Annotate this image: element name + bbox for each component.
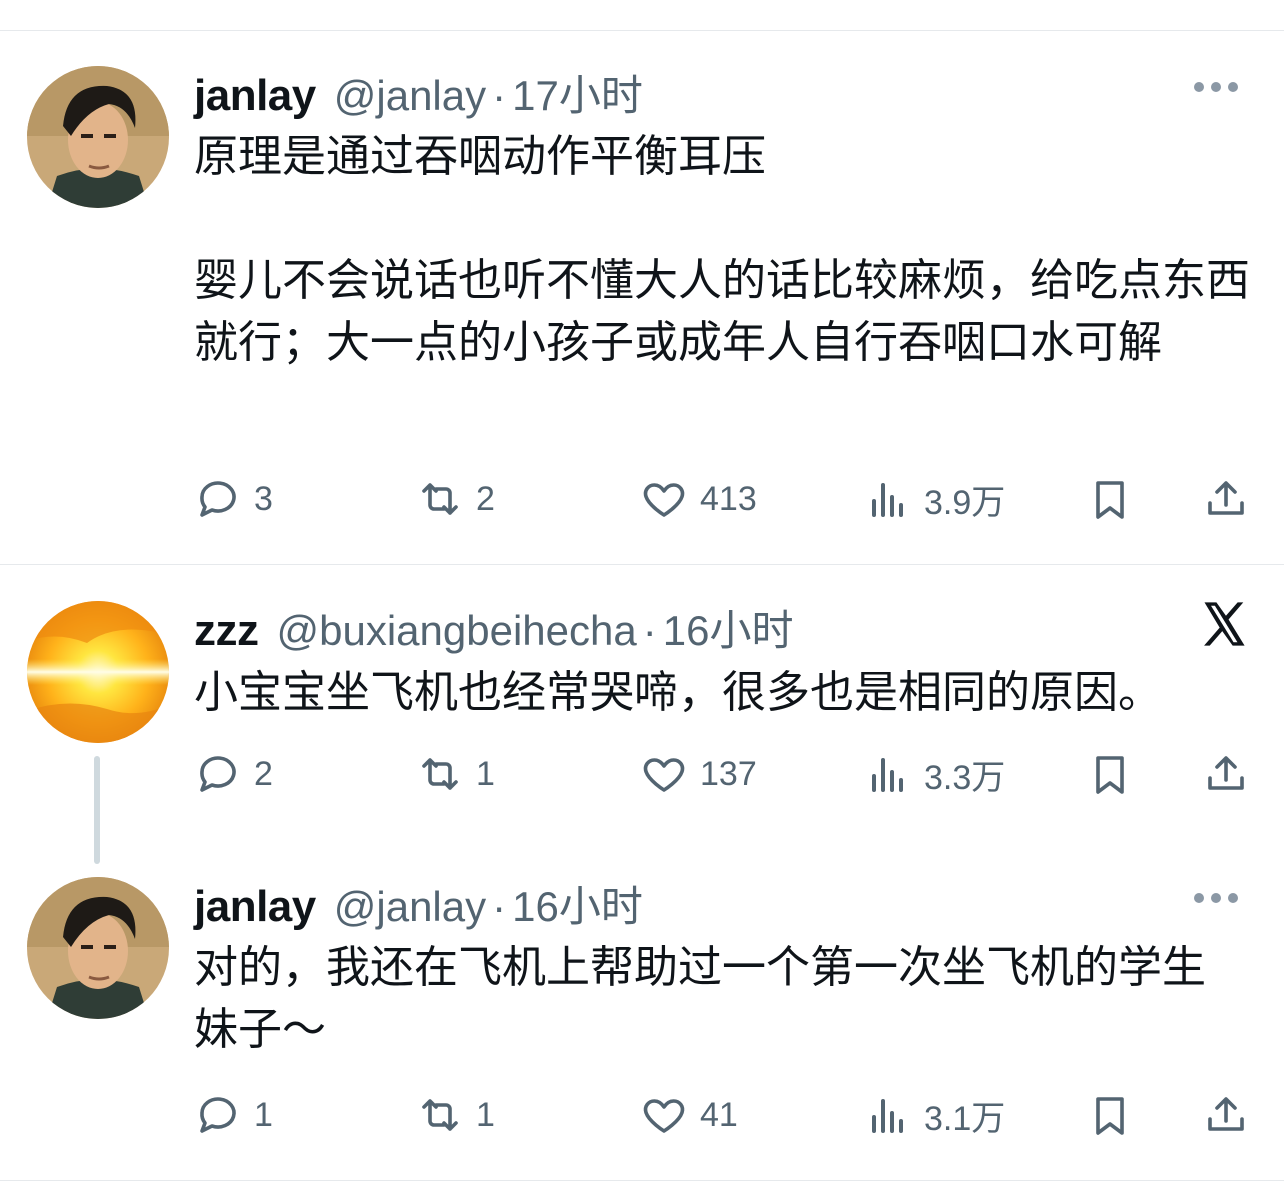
retweet-icon bbox=[422, 758, 458, 790]
heart-icon bbox=[643, 1099, 685, 1133]
thread-line bbox=[94, 756, 100, 864]
tweet-text: 对的，我还在飞机上帮助过一个第一次坐飞机的学生妹子～ bbox=[194, 943, 1206, 1054]
more-icon[interactable] bbox=[1194, 891, 1238, 905]
display-name[interactable]: janlay bbox=[194, 71, 316, 121]
reply-count: 2 bbox=[254, 754, 273, 793]
tweet-header: janlay @janlay · 16小时 bbox=[194, 873, 643, 931]
reply-count: 3 bbox=[254, 479, 273, 518]
reply-count: 1 bbox=[254, 1095, 273, 1134]
share-icon bbox=[1208, 1097, 1244, 1131]
retweet-button[interactable]: 2 bbox=[416, 474, 495, 524]
tweet-header: janlay @janlay · 17小时 bbox=[194, 62, 643, 120]
bookmark-button[interactable] bbox=[1086, 474, 1134, 524]
bookmark-button[interactable] bbox=[1086, 749, 1134, 799]
tweet-actions: 1 1 41 3.1万 bbox=[194, 1090, 1254, 1140]
tweet-text: 小宝宝坐飞机也经常哭啼，很多也是相同的原因。 bbox=[194, 668, 1162, 717]
like-button[interactable]: 137 bbox=[640, 749, 757, 799]
like-button[interactable]: 41 bbox=[640, 1090, 738, 1140]
reply-icon bbox=[200, 481, 236, 517]
view-count: 3.9万 bbox=[924, 483, 1006, 522]
retweet-count: 1 bbox=[476, 754, 495, 793]
like-count: 41 bbox=[700, 1095, 738, 1134]
retweet-icon bbox=[422, 1099, 458, 1131]
reply-icon bbox=[200, 756, 236, 792]
share-icon bbox=[1208, 756, 1244, 790]
views-button[interactable]: 3.3万 bbox=[864, 749, 1005, 799]
display-name[interactable]: janlay bbox=[194, 882, 316, 932]
share-icon bbox=[1208, 481, 1244, 515]
top-divider bbox=[0, 30, 1284, 31]
share-button[interactable] bbox=[1202, 749, 1250, 799]
more-icon[interactable] bbox=[1194, 80, 1238, 94]
bottom-divider bbox=[0, 1180, 1284, 1181]
avatar-janlay[interactable] bbox=[27, 877, 169, 1019]
reply-button[interactable]: 3 bbox=[194, 474, 273, 524]
separator-dot: · bbox=[492, 883, 507, 930]
retweet-button[interactable]: 1 bbox=[416, 1090, 495, 1140]
user-handle[interactable]: @buxiangbeihecha bbox=[277, 607, 637, 655]
retweet-button[interactable]: 1 bbox=[416, 749, 495, 799]
tweet-header: zzz @buxiangbeihecha · 16小时 bbox=[194, 597, 793, 655]
user-handle[interactable]: @janlay bbox=[334, 883, 486, 931]
share-button[interactable] bbox=[1202, 474, 1250, 524]
timestamp[interactable]: 17小时 bbox=[512, 62, 643, 123]
reply-button[interactable]: 2 bbox=[194, 749, 273, 799]
retweet-count: 2 bbox=[476, 479, 495, 518]
share-button[interactable] bbox=[1202, 1090, 1250, 1140]
timestamp[interactable]: 16小时 bbox=[512, 873, 643, 934]
x-logo-icon bbox=[1204, 602, 1245, 646]
view-count: 3.1万 bbox=[924, 1099, 1006, 1138]
bookmark-icon bbox=[1096, 1097, 1124, 1135]
tweet-divider bbox=[0, 564, 1284, 565]
separator-dot: · bbox=[642, 607, 657, 654]
views-icon bbox=[872, 758, 903, 792]
tweet-actions: 2 1 137 3.3万 bbox=[194, 749, 1254, 799]
bookmark-icon bbox=[1096, 481, 1124, 519]
views-button[interactable]: 3.9万 bbox=[864, 474, 1005, 524]
tweet-actions: 3 2 413 3.9万 bbox=[194, 474, 1254, 524]
bookmark-icon bbox=[1096, 756, 1124, 794]
like-button[interactable]: 413 bbox=[640, 474, 757, 524]
like-count: 413 bbox=[700, 479, 757, 518]
avatar-janlay[interactable] bbox=[27, 66, 169, 208]
retweet-icon bbox=[422, 483, 458, 515]
avatar-zzz[interactable] bbox=[27, 601, 169, 743]
bookmark-button[interactable] bbox=[1086, 1090, 1134, 1140]
heart-icon bbox=[643, 483, 685, 517]
user-handle[interactable]: @janlay bbox=[334, 72, 486, 120]
views-icon bbox=[872, 1099, 903, 1133]
timestamp[interactable]: 16小时 bbox=[663, 597, 794, 658]
like-count: 137 bbox=[700, 754, 757, 793]
tweet-text: 原理是通过吞咽动作平衡耳压 婴儿不会说话也听不懂大人的话比较麻烦，给吃点东西就行… bbox=[194, 132, 1250, 367]
retweet-count: 1 bbox=[476, 1095, 495, 1134]
reply-button[interactable]: 1 bbox=[194, 1090, 273, 1140]
reply-icon bbox=[200, 1097, 236, 1133]
view-count: 3.3万 bbox=[924, 758, 1006, 797]
display-name[interactable]: zzz bbox=[194, 606, 259, 656]
separator-dot: · bbox=[492, 72, 507, 119]
views-icon bbox=[872, 483, 903, 517]
heart-icon bbox=[643, 758, 685, 792]
views-button[interactable]: 3.1万 bbox=[864, 1090, 1005, 1140]
